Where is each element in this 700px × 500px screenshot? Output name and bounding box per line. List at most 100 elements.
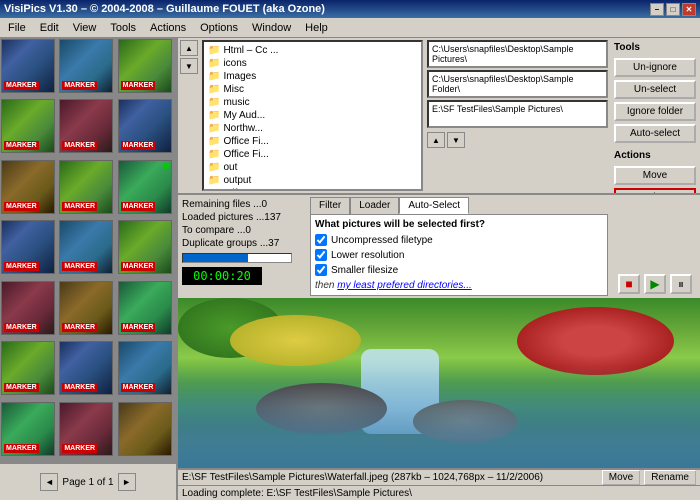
thumbnail-grid: MARKER MARKER MARKER MARKER MARKER MAR <box>0 38 176 462</box>
thumbnail-1[interactable]: MARKER <box>1 39 55 93</box>
folder-up-button[interactable]: ▲ <box>180 40 198 56</box>
folder-icon-9: 📁 <box>208 149 220 160</box>
menu-window[interactable]: Window <box>246 20 297 36</box>
pause-button[interactable]: ⏸ <box>670 274 692 294</box>
menu-file[interactable]: File <box>2 20 32 36</box>
thumbnail-12[interactable]: MARKER <box>118 220 172 274</box>
menu-actions[interactable]: Actions <box>144 20 192 36</box>
thumbnail-21[interactable] <box>118 402 172 456</box>
loading-text: Loading complete: E:\SF TestFiles\Sample… <box>182 488 412 499</box>
title-text: VisiPics V1.30 – © 2004-2008 – Guillaume… <box>4 3 325 15</box>
right-section: ▲ ▼ 📁 Html – Cc ... 📁 icons 📁 I <box>178 38 700 500</box>
thumbnail-5[interactable]: MARKER <box>59 99 113 153</box>
menu-view[interactable]: View <box>67 20 103 36</box>
menu-help[interactable]: Help <box>299 20 334 36</box>
folder-item-9[interactable]: 📁 Office Fi... <box>206 148 419 161</box>
folder-item-1[interactable]: 📁 Html – Cc ... <box>206 44 419 57</box>
remove-path-button[interactable]: ▼ <box>447 132 465 148</box>
play-button[interactable]: ▶ <box>644 274 666 294</box>
folder-icon-3: 📁 <box>208 71 220 82</box>
stop-button[interactable]: ■ <box>618 274 640 294</box>
folder-item-2[interactable]: 📁 icons <box>206 57 419 70</box>
folder-icon-7: 📁 <box>208 123 220 134</box>
checkbox-row-2: Lower resolution <box>315 249 603 261</box>
thumbnail-18[interactable]: MARKER <box>118 341 172 395</box>
loaded-pictures: Loaded pictures ...137 <box>182 212 304 223</box>
menu-tools[interactable]: Tools <box>104 20 142 36</box>
page-navigation: ◄ Page 1 of 1 ► <box>0 462 176 500</box>
folder-icon: 📁 <box>208 45 220 56</box>
playback-controls-container: ■ ▶ ⏸ <box>610 195 700 298</box>
menu-options[interactable]: Options <box>194 20 244 36</box>
folder-label-5: music <box>223 97 249 108</box>
thumbnail-10[interactable]: MARKER <box>1 220 55 274</box>
thumbnail-14[interactable]: MARKER <box>59 281 113 335</box>
progress-bar <box>182 253 292 263</box>
maximize-button[interactable]: □ <box>666 3 680 16</box>
thumbnail-4[interactable]: MARKER <box>1 99 55 153</box>
left-panel: MARKER MARKER MARKER MARKER MARKER MAR <box>0 38 178 500</box>
folder-item-11[interactable]: 📁 output <box>206 174 419 187</box>
folder-label-3: Images <box>223 71 256 82</box>
folder-item-8[interactable]: 📁 Office Fi... <box>206 135 419 148</box>
selected-path-1: C:\Users\snapfiles\Desktop\Sample Pictur… <box>427 40 608 68</box>
status-rename-button[interactable]: Rename <box>644 470 696 485</box>
menu-edit[interactable]: Edit <box>34 20 65 36</box>
checkbox-uncompressed-label: Uncompressed filetype <box>331 235 433 246</box>
tab-loader[interactable]: Loader <box>350 197 399 214</box>
actions-label: Actions <box>614 150 696 161</box>
selected-path-3: E:\SF TestFiles\Sample Pictures\ <box>427 100 608 128</box>
thumbnail-11[interactable]: MARKER <box>59 220 113 274</box>
thumbnail-19[interactable]: MARKER <box>1 402 55 456</box>
folder-item-10[interactable]: 📁 out <box>206 161 419 174</box>
waterfall-overlay <box>178 366 700 468</box>
checkbox-uncompressed[interactable] <box>315 234 327 246</box>
minimize-button[interactable]: – <box>650 3 664 16</box>
prev-page-button[interactable]: ◄ <box>40 473 58 491</box>
thumbnail-7[interactable]: MARKER <box>1 160 55 214</box>
status-path: E:\SF TestFiles\Sample Pictures\Waterfal… <box>182 472 598 483</box>
thumbnail-15[interactable]: MARKER <box>118 281 172 335</box>
progress-fill <box>183 254 248 262</box>
checkbox-smaller-filesize[interactable] <box>315 264 327 276</box>
least-preferred-link[interactable]: my least prefered directories... <box>337 280 472 291</box>
unselect-button[interactable]: Un-select <box>614 80 696 99</box>
folder-item-4[interactable]: 📁 Misc <box>206 83 419 96</box>
folder-item-6[interactable]: 📁 My Aud... <box>206 109 419 122</box>
thumbnail-6[interactable]: MARKER <box>118 99 172 153</box>
tools-label: Tools <box>614 42 696 53</box>
thumbnail-20[interactable]: MARKER <box>59 402 113 456</box>
folder-down-button[interactable]: ▼ <box>180 58 198 74</box>
checkbox-lower-res[interactable] <box>315 249 327 261</box>
image-preview <box>178 298 700 468</box>
auto-select-button[interactable]: Auto-select <box>614 124 696 143</box>
move-button[interactable]: Move <box>614 166 696 185</box>
thumbnail-8[interactable]: MARKER <box>59 160 113 214</box>
thumbnail-17[interactable]: MARKER <box>59 341 113 395</box>
thumbnail-13[interactable]: MARKER <box>1 281 55 335</box>
tab-autoselect[interactable]: Auto-Select <box>399 197 469 214</box>
checkbox-row-3: Smaller filesize <box>315 264 603 276</box>
folder-item-12[interactable]: 📁 pdf <box>206 187 419 189</box>
next-page-button[interactable]: ► <box>118 473 136 491</box>
tab-content: What pictures will be selected first? Un… <box>310 214 608 296</box>
status-move-button[interactable]: Move <box>602 470 640 485</box>
tab-filter[interactable]: Filter <box>310 197 350 214</box>
checkbox-row-1: Uncompressed filetype <box>315 234 603 246</box>
folder-icon-12: 📁 <box>208 188 220 189</box>
close-button[interactable]: ✕ <box>682 3 696 16</box>
unignore-button[interactable]: Un-ignore <box>614 58 696 77</box>
add-path-button[interactable]: ▲ <box>427 132 445 148</box>
folder-item-3[interactable]: 📁 Images <box>206 70 419 83</box>
thumbnail-3[interactable]: MARKER <box>118 39 172 93</box>
thumbnail-9[interactable]: MARKER <box>118 160 172 214</box>
folder-label-9: Office Fi... <box>223 149 268 160</box>
folder-label-10: out <box>223 162 237 173</box>
folder-item-7[interactable]: 📁 Northw... <box>206 122 419 135</box>
thumbnail-2[interactable]: MARKER <box>59 39 113 93</box>
status-bar: E:\SF TestFiles\Sample Pictures\Waterfal… <box>178 468 700 485</box>
ignore-folder-button[interactable]: Ignore folder <box>614 102 696 121</box>
folder-item-5[interactable]: 📁 music <box>206 96 419 109</box>
folder-label-4: Misc <box>223 84 244 95</box>
thumbnail-16[interactable]: MARKER <box>1 341 55 395</box>
